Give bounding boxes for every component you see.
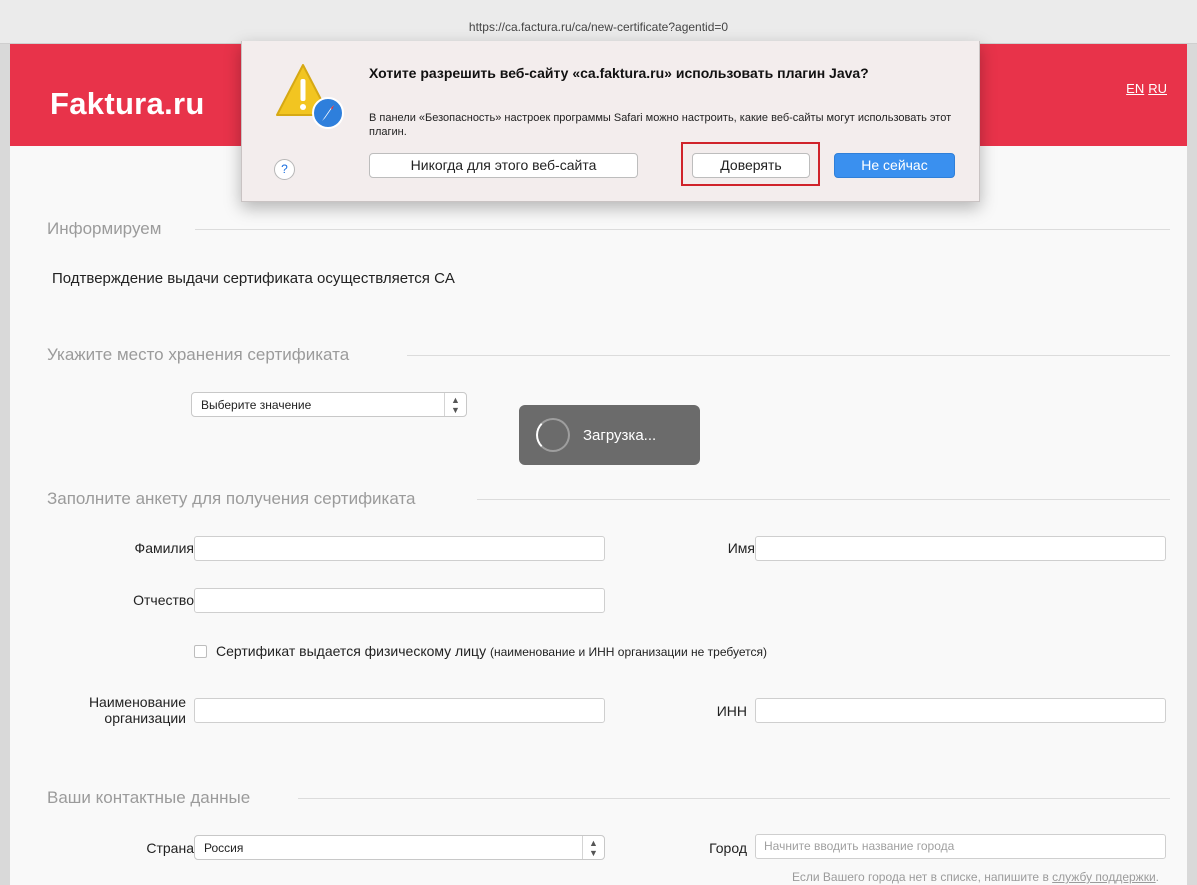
dialog-message: В панели «Безопасность» настроек програм… bbox=[369, 112, 952, 138]
section-divider bbox=[477, 499, 1170, 500]
org-name-label: Наименование организации bbox=[89, 694, 186, 726]
section-divider bbox=[298, 798, 1170, 799]
section-title-inform: Информируем bbox=[47, 219, 162, 238]
select-arrows-icon: ▲ ▼ bbox=[444, 393, 466, 416]
storage-select[interactable]: Выберите значение ▲ ▼ bbox=[191, 392, 467, 417]
inn-input[interactable] bbox=[755, 698, 1166, 723]
individual-checkbox-label: Сертификат выдается физическому лицу (на… bbox=[216, 643, 767, 659]
section-divider bbox=[195, 229, 1170, 230]
surname-input[interactable] bbox=[194, 536, 605, 561]
not-now-button[interactable]: Не сейчас bbox=[834, 153, 955, 178]
inn-label: ИНН bbox=[716, 703, 747, 719]
individual-checkbox[interactable] bbox=[194, 645, 207, 658]
site-logo[interactable]: Faktura.ru bbox=[50, 86, 205, 122]
support-link[interactable]: службу поддержки bbox=[1052, 870, 1155, 884]
help-button[interactable]: ? bbox=[274, 159, 295, 180]
dialog-title: Хотите разрешить веб-сайту «ca.faktura.r… bbox=[369, 65, 869, 81]
loading-text: Загрузка... bbox=[583, 426, 657, 444]
plugin-permission-dialog: Хотите разрешить веб-сайту «ca.faktura.r… bbox=[241, 41, 980, 202]
name-input[interactable] bbox=[755, 536, 1166, 561]
country-select[interactable]: Россия ▲ ▼ bbox=[194, 835, 605, 860]
city-hint: Если Вашего города нет в списке, напишит… bbox=[792, 870, 1159, 884]
select-arrows-icon: ▲ ▼ bbox=[582, 836, 604, 859]
section-title-storage: Укажите место хранения сертификата bbox=[47, 345, 350, 364]
section-divider bbox=[407, 355, 1170, 356]
lang-en-link[interactable]: EN bbox=[1126, 81, 1144, 96]
org-name-input[interactable] bbox=[194, 698, 605, 723]
never-for-site-button[interactable]: Никогда для этого веб-сайта bbox=[369, 153, 638, 178]
city-hint-text: Если Вашего города нет в списке, напишит… bbox=[791, 870, 1049, 884]
loading-indicator: Загрузка... bbox=[519, 405, 700, 465]
spinner-icon bbox=[536, 418, 570, 452]
browser-toolbar: https://ca.factura.ru/ca/new-certificate… bbox=[0, 0, 1197, 44]
lang-ru-link[interactable]: RU bbox=[1148, 81, 1167, 96]
name-label: Имя bbox=[727, 540, 755, 556]
country-select-value: Россия bbox=[204, 840, 244, 855]
storage-select-value: Выберите значение bbox=[201, 397, 312, 412]
individual-checkbox-text: Сертификат выдается физическому лицу bbox=[216, 643, 487, 659]
city-label: Город bbox=[709, 840, 747, 856]
city-hint-end: . bbox=[1155, 870, 1159, 884]
org-name-label-line2: организации bbox=[104, 710, 186, 726]
section-title-contacts: Ваши контактные данные bbox=[47, 788, 251, 807]
patronymic-input[interactable] bbox=[194, 588, 605, 613]
city-placeholder: Начните вводить название города bbox=[764, 839, 955, 853]
section-title-form: Заполните анкету для получения сертифика… bbox=[47, 489, 416, 508]
surname-label: Фамилия bbox=[134, 540, 194, 556]
warning-icon bbox=[276, 64, 344, 129]
org-name-label-line1: Наименование bbox=[88, 694, 186, 710]
individual-checkbox-note: (наименование и ИНН организации не требу… bbox=[489, 645, 767, 659]
patronymic-label: Отчество bbox=[133, 592, 194, 608]
city-input[interactable]: Начните вводить название города bbox=[755, 834, 1166, 859]
country-label: Страна bbox=[146, 840, 194, 856]
language-switcher: EN RU bbox=[1122, 81, 1167, 96]
trust-highlight-frame bbox=[681, 142, 820, 186]
address-bar[interactable]: https://ca.factura.ru/ca/new-certificate… bbox=[0, 20, 1197, 34]
inform-text: Подтверждение выдачи сертификата осущест… bbox=[52, 270, 455, 287]
